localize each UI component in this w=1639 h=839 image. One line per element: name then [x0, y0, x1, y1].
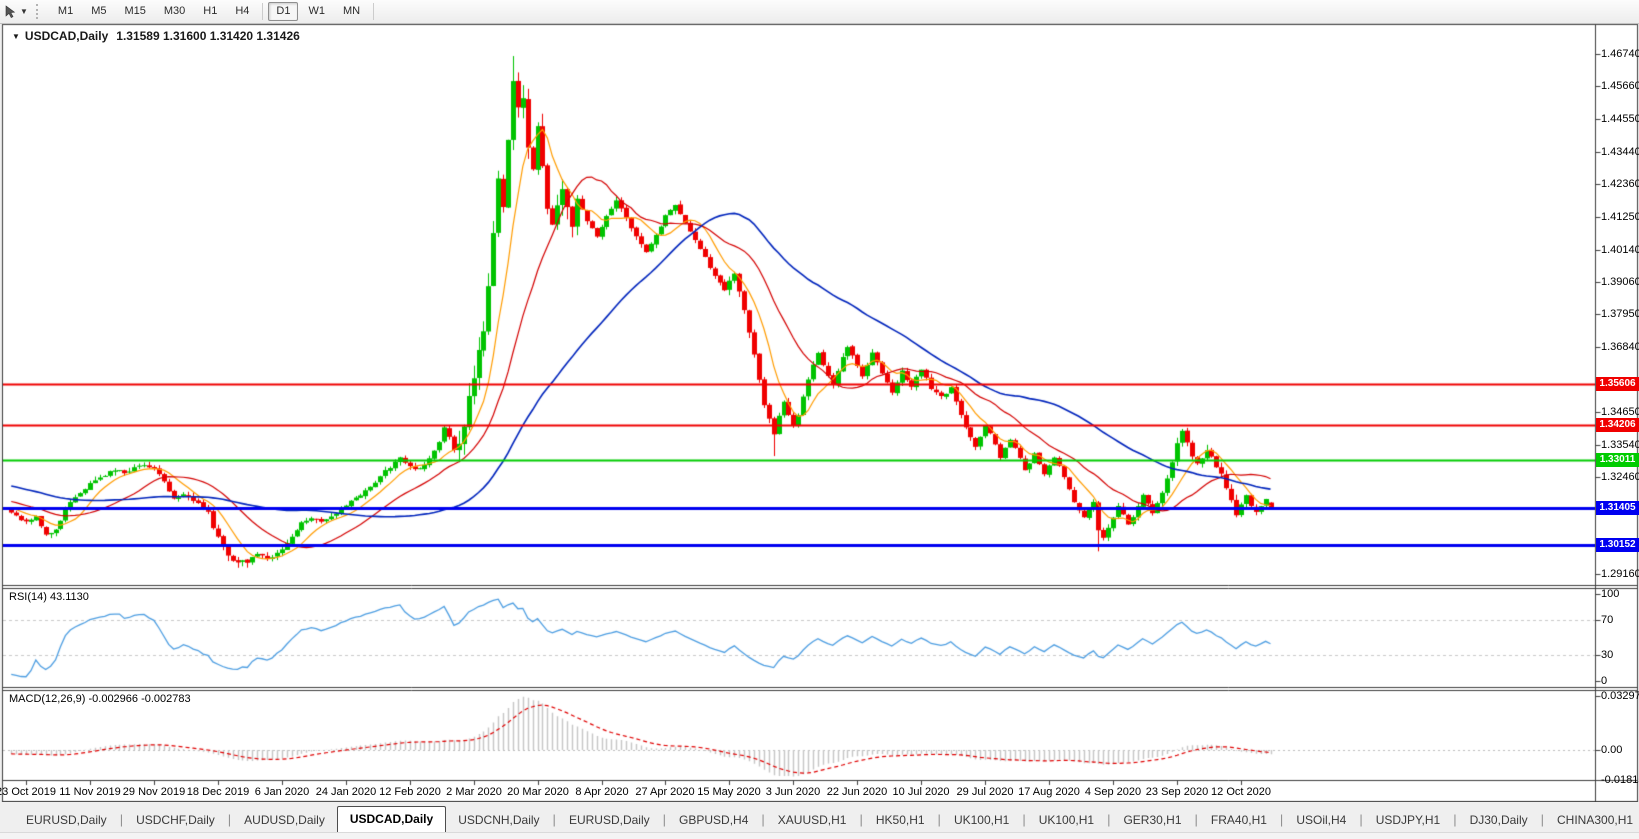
- rsi-axis-label: 70: [1601, 614, 1613, 626]
- tab-usdcad-daily[interactable]: USDCAD,Daily: [337, 806, 446, 832]
- date-axis-label: 11 Nov 2019: [59, 786, 121, 798]
- timeframe-m1-button[interactable]: M1: [50, 2, 81, 21]
- rsi-label: RSI(14) 43.1130: [9, 591, 89, 603]
- ohlc-values: 1.31589 1.31600 1.31420 1.31426: [116, 29, 300, 43]
- cursor-tool-icon[interactable]: [3, 4, 19, 20]
- timeframe-h4-button[interactable]: H4: [227, 2, 257, 21]
- rsi-value: 43.1130: [50, 591, 89, 603]
- tab-ger30-h1[interactable]: GER30,H1: [1111, 809, 1193, 832]
- price-line-label: 1.35606: [1596, 377, 1639, 391]
- macd-values: -0.002966 -0.002783: [88, 693, 190, 705]
- tab-hk50-h1[interactable]: HK50,H1: [864, 809, 937, 832]
- date-axis-label: 18 Dec 2019: [187, 786, 249, 798]
- tab-china300-h1[interactable]: CHINA300,H1: [1545, 809, 1639, 832]
- price-axis-label: 1.29160: [1601, 568, 1639, 580]
- date-axis-label: 12 Feb 2020: [379, 786, 441, 798]
- date-axis-label: 4 Sep 2020: [1085, 786, 1141, 798]
- timeframe-d1-button[interactable]: D1: [268, 2, 298, 21]
- date-axis-label: 3 Jun 2020: [766, 786, 820, 798]
- price-line-label: 1.30152: [1596, 538, 1639, 552]
- tab-usdjpy-h1[interactable]: USDJPY,H1: [1364, 809, 1452, 832]
- timeframe-w1-button[interactable]: W1: [300, 2, 333, 21]
- date-axis-label: 27 Apr 2020: [635, 786, 694, 798]
- toolbar-grip: [36, 4, 42, 19]
- price-axis-label: 1.37950: [1601, 308, 1639, 320]
- price-line-label: 1.34206: [1596, 418, 1639, 432]
- macd-label: MACD(12,26,9) -0.002966 -0.002783: [9, 693, 191, 705]
- date-axis-label: 12 Oct 2020: [1211, 786, 1271, 798]
- date-axis-label: 15 May 2020: [697, 786, 761, 798]
- timeframe-mn-button[interactable]: MN: [335, 2, 368, 21]
- price-axis-label: 1.41250: [1601, 211, 1639, 223]
- rsi-axis-label: 30: [1601, 649, 1613, 661]
- date-axis-label: 17 Aug 2020: [1018, 786, 1080, 798]
- macd-name: MACD(12,26,9): [9, 693, 85, 705]
- rsi-axis-label: 100: [1601, 588, 1619, 600]
- timeframes-toolbar: ▼ M1M5M15M30H1H4 D1W1MN: [0, 0, 1639, 24]
- macd-axis-label: -0.018154: [1601, 774, 1639, 786]
- symbol-name: USDCAD,Daily: [25, 29, 108, 43]
- tab-uk100-h1[interactable]: UK100,H1: [942, 809, 1021, 832]
- price-axis-label: 1.34650: [1601, 406, 1639, 418]
- tab-eurusd-daily[interactable]: EURUSD,Daily: [14, 809, 119, 832]
- rsi-name: RSI(14): [9, 591, 47, 603]
- timeframe-m5-button[interactable]: M5: [83, 2, 114, 21]
- date-axis-label: 23 Oct 2019: [0, 786, 56, 798]
- toolbar-separator: [262, 3, 263, 20]
- price-axis-label: 1.46740: [1601, 48, 1639, 60]
- price-line-label: 1.31405: [1596, 501, 1639, 515]
- date-axis-label: 22 Jun 2020: [827, 786, 888, 798]
- date-axis-label: 8 Apr 2020: [575, 786, 628, 798]
- price-axis-label: 1.44550: [1601, 113, 1639, 125]
- chart-title: ▼ USDCAD,Daily 1.31589 1.31600 1.31420 1.3…: [12, 29, 300, 43]
- price-axis-label: 1.36840: [1601, 341, 1639, 353]
- date-axis-label: 10 Jul 2020: [893, 786, 950, 798]
- tab-audusd-daily[interactable]: AUDUSD,Daily: [232, 809, 337, 832]
- date-axis-label: 29 Jul 2020: [957, 786, 1014, 798]
- price-line-label: 1.33011: [1596, 453, 1639, 467]
- chart-tool-group: ▼: [0, 4, 31, 20]
- timeframe-h1-button[interactable]: H1: [195, 2, 225, 21]
- rsi-axis-label: 0: [1601, 675, 1607, 687]
- date-axis-label: 24 Jan 2020: [316, 786, 377, 798]
- price-axis-label: 1.43440: [1601, 146, 1639, 158]
- chart-canvas[interactable]: [0, 0, 1639, 838]
- price-axis-label: 1.33540: [1601, 439, 1639, 451]
- macd-axis-label: 0.00: [1601, 744, 1622, 756]
- price-axis-label: 1.39060: [1601, 276, 1639, 288]
- toolbar-separator: [373, 3, 374, 20]
- tab-gbpusd-h4[interactable]: GBPUSD,H4: [667, 809, 760, 832]
- macd-axis-label: 0.032972: [1601, 690, 1639, 702]
- date-axis-label: 2 Mar 2020: [446, 786, 502, 798]
- chart-window: ▼ USDCAD,Daily 1.31589 1.31600 1.31420 1.3…: [0, 0, 1639, 838]
- tab-usoil-h4[interactable]: USOil,H4: [1284, 809, 1358, 832]
- tab-eurusd-daily[interactable]: EURUSD,Daily: [557, 809, 662, 832]
- timeframe-m15-button[interactable]: M15: [116, 2, 153, 21]
- tab-usdchf-daily[interactable]: USDCHF,Daily: [124, 809, 227, 832]
- price-axis-label: 1.32460: [1601, 471, 1639, 483]
- date-axis-label: 29 Nov 2019: [123, 786, 185, 798]
- price-axis-label: 1.42360: [1601, 178, 1639, 190]
- tab-usdcnh-daily[interactable]: USDCNH,Daily: [446, 809, 551, 832]
- tab-dj30-daily[interactable]: DJ30,Daily: [1458, 809, 1540, 832]
- collapse-caret-icon[interactable]: ▼: [12, 32, 20, 41]
- chart-tabs-bar: EURUSD,Daily|USDCHF,Daily|AUDUSD,DailyUS…: [0, 802, 1639, 832]
- tab-uk100-h1[interactable]: UK100,H1: [1027, 809, 1106, 832]
- timeframe-m30-button[interactable]: M30: [156, 2, 193, 21]
- date-axis-label: 6 Jan 2020: [255, 786, 309, 798]
- price-axis-label: 1.40140: [1601, 244, 1639, 256]
- date-axis-label: 23 Sep 2020: [1146, 786, 1208, 798]
- price-axis-label: 1.45660: [1601, 80, 1639, 92]
- date-axis-label: 20 Mar 2020: [507, 786, 569, 798]
- tab-fra40-h1[interactable]: FRA40,H1: [1199, 809, 1279, 832]
- tab-xauusd-h1[interactable]: XAUUSD,H1: [766, 809, 859, 832]
- dropdown-caret-icon[interactable]: ▼: [20, 7, 28, 16]
